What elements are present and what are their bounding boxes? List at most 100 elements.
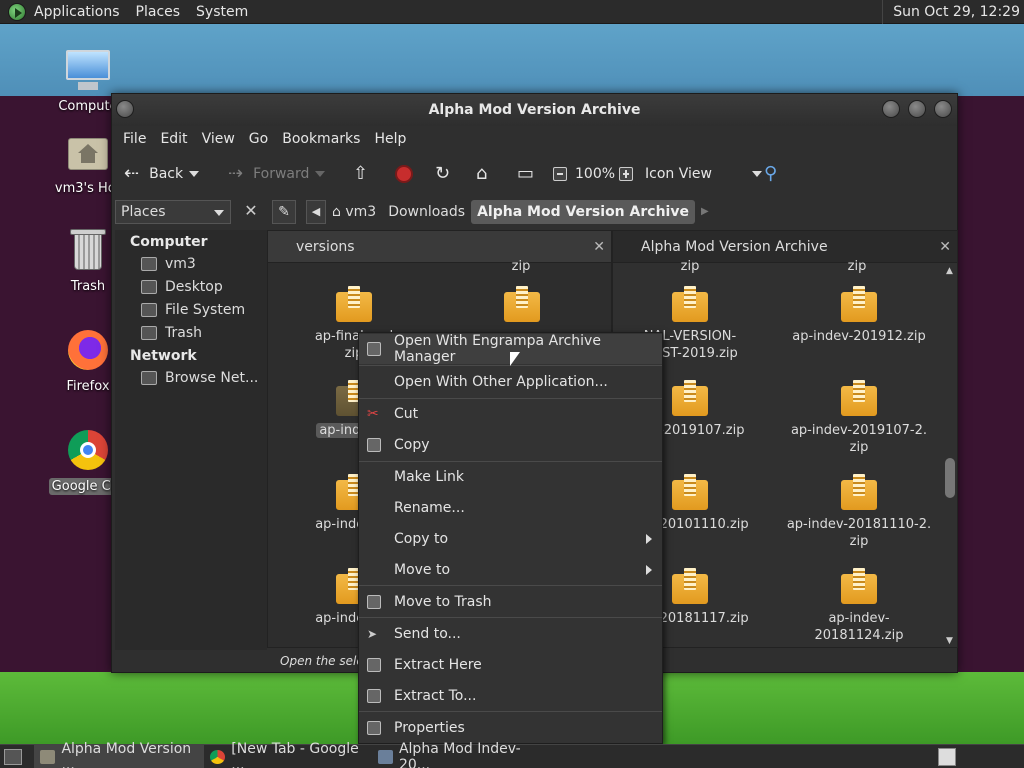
search-button[interactable]: ⚲ — [764, 152, 777, 196]
menu-places[interactable]: Places — [128, 0, 189, 24]
zoom-level[interactable]: 100% — [575, 152, 615, 196]
crumb-downloads[interactable]: Downloads — [382, 200, 471, 224]
archive-manager-icon — [367, 342, 381, 356]
zip-archive-icon — [336, 286, 372, 322]
menu-open-with-other[interactable]: Open With Other Application... — [359, 367, 662, 397]
scroll-up-arrow[interactable]: ▲ — [946, 266, 953, 276]
close-tab-icon[interactable]: ✕ — [939, 239, 951, 255]
computer-button[interactable]: ▭ — [517, 152, 534, 196]
sidebar-item-file-system[interactable]: File System — [115, 298, 267, 321]
show-desktop-button[interactable] — [4, 749, 22, 765]
file-item[interactable]: zip — [615, 258, 765, 275]
send-icon: ➤ — [367, 627, 378, 641]
sidebar-header: Places ✕ — [115, 198, 267, 226]
zip-archive-icon — [504, 286, 540, 322]
menu-system[interactable]: System — [188, 0, 256, 24]
menu-help[interactable]: Help — [367, 131, 413, 147]
sidebar-item-vm3[interactable]: vm3 — [115, 252, 267, 275]
menu-move-to-trash[interactable]: Move to Trash — [359, 587, 662, 617]
task-chrome[interactable]: [New Tab - Google ... — [204, 741, 370, 768]
crumb-current[interactable]: Alpha Mod Version Archive — [471, 200, 695, 224]
task-archive-manager[interactable]: Alpha Mod Indev-20... — [372, 741, 542, 768]
sidebar-item-browse-network[interactable]: Browse Net... — [115, 366, 267, 389]
scrollbar-thumb[interactable] — [945, 458, 955, 498]
copy-icon — [367, 438, 381, 452]
close-window-button[interactable] — [934, 100, 952, 118]
window-title: Alpha Mod Version Archive — [428, 102, 641, 118]
up-button[interactable]: ⇧ — [353, 152, 368, 196]
back-button[interactable]: ⇠ Back — [124, 152, 200, 196]
menu-edit[interactable]: Edit — [153, 131, 194, 147]
sidebar-item-trash[interactable]: Trash — [115, 321, 267, 344]
forward-history-dropdown[interactable] — [315, 171, 326, 177]
menu-view[interactable]: View — [195, 131, 242, 147]
scroll-down-arrow[interactable]: ▼ — [946, 636, 953, 646]
workspace-switcher[interactable] — [938, 748, 956, 766]
zip-archive-icon — [672, 380, 708, 416]
chrome-icon — [210, 750, 226, 764]
trash-icon — [367, 595, 381, 609]
menu-extract-here[interactable]: Extract Here — [359, 650, 662, 680]
file-item[interactable]: ap-indev-201912.zip — [784, 286, 934, 345]
menu-cut[interactable]: ✂ Cut — [359, 399, 662, 429]
zip-archive-icon — [841, 568, 877, 604]
zoom-in-button[interactable] — [619, 152, 633, 196]
menu-extract-to[interactable]: Extract To... — [359, 681, 662, 711]
menu-send-to[interactable]: ➤ Send to... — [359, 619, 662, 649]
close-tab-icon[interactable]: ✕ — [593, 239, 605, 255]
clock[interactable]: Sun Oct 29, 12:29 — [882, 0, 1020, 24]
file-item[interactable] — [447, 286, 597, 328]
sidebar-selector[interactable]: Places — [115, 200, 231, 224]
trash-icon — [141, 325, 157, 340]
file-item[interactable]: ap-indev-2019107-2. zip — [784, 380, 934, 456]
stop-icon — [395, 165, 413, 183]
forward-button[interactable]: ⇢ Forward — [228, 152, 326, 196]
forward-arrow-icon: ⇢ — [228, 163, 244, 184]
reload-button[interactable]: ↻ — [435, 152, 450, 196]
stop-button[interactable] — [395, 152, 413, 196]
edit-location-button[interactable]: ✎ — [272, 200, 296, 224]
crumb-vm3[interactable]: ⌂ vm3 — [326, 200, 382, 224]
applications-icon[interactable] — [8, 2, 26, 21]
chevron-down-icon — [751, 171, 762, 177]
menu-file[interactable]: File — [116, 131, 153, 147]
menu-separator — [359, 617, 662, 618]
task-file-manager[interactable]: Alpha Mod Version ... — [34, 741, 204, 768]
window-titlebar[interactable]: Alpha Mod Version Archive — [112, 94, 957, 126]
menu-properties[interactable]: Properties — [359, 713, 662, 743]
menu-go[interactable]: Go — [242, 131, 275, 147]
minimize-button[interactable] — [882, 100, 900, 118]
zoom-out-icon — [553, 167, 567, 181]
chevron-down-icon — [214, 210, 224, 216]
zoom-out-button[interactable] — [553, 152, 567, 196]
zip-archive-icon — [841, 474, 877, 510]
path-scroll-right-button[interactable]: ▶ — [695, 200, 715, 224]
close-sidebar-button[interactable]: ✕ — [239, 200, 263, 224]
menu-move-to[interactable]: Move to — [359, 555, 662, 585]
trash-icon — [64, 226, 112, 274]
maximize-button[interactable] — [908, 100, 926, 118]
back-history-dropdown[interactable] — [189, 171, 200, 177]
menu-applications[interactable]: Applications — [26, 0, 128, 24]
zip-archive-icon — [672, 474, 708, 510]
menu-rename[interactable]: Rename... — [359, 493, 662, 523]
file-item[interactable]: ap-indev-20181124.zip — [784, 568, 934, 644]
sidebar-section-computer: Computer — [130, 234, 208, 250]
sidebar: Computer vm3 Desktop File System Trash N… — [115, 230, 267, 650]
view-mode-select[interactable]: Icon View — [645, 152, 762, 196]
folder-icon — [141, 256, 157, 271]
menu-copy[interactable]: Copy — [359, 430, 662, 460]
home-button[interactable]: ⌂ — [476, 152, 487, 196]
file-item[interactable]: zip — [782, 258, 932, 275]
zip-archive-icon — [672, 568, 708, 604]
network-icon — [141, 370, 157, 385]
extract-icon — [367, 689, 381, 703]
zip-archive-icon — [841, 380, 877, 416]
sidebar-item-desktop[interactable]: Desktop — [115, 275, 267, 298]
menu-make-link[interactable]: Make Link — [359, 462, 662, 492]
path-scroll-left-button[interactable]: ◀ — [306, 200, 326, 224]
menu-bookmarks[interactable]: Bookmarks — [275, 131, 367, 147]
menu-copy-to[interactable]: Copy to — [359, 524, 662, 554]
file-item[interactable]: zip — [446, 258, 596, 275]
file-item[interactable]: ap-indev-20181110-2. zip — [784, 474, 934, 550]
